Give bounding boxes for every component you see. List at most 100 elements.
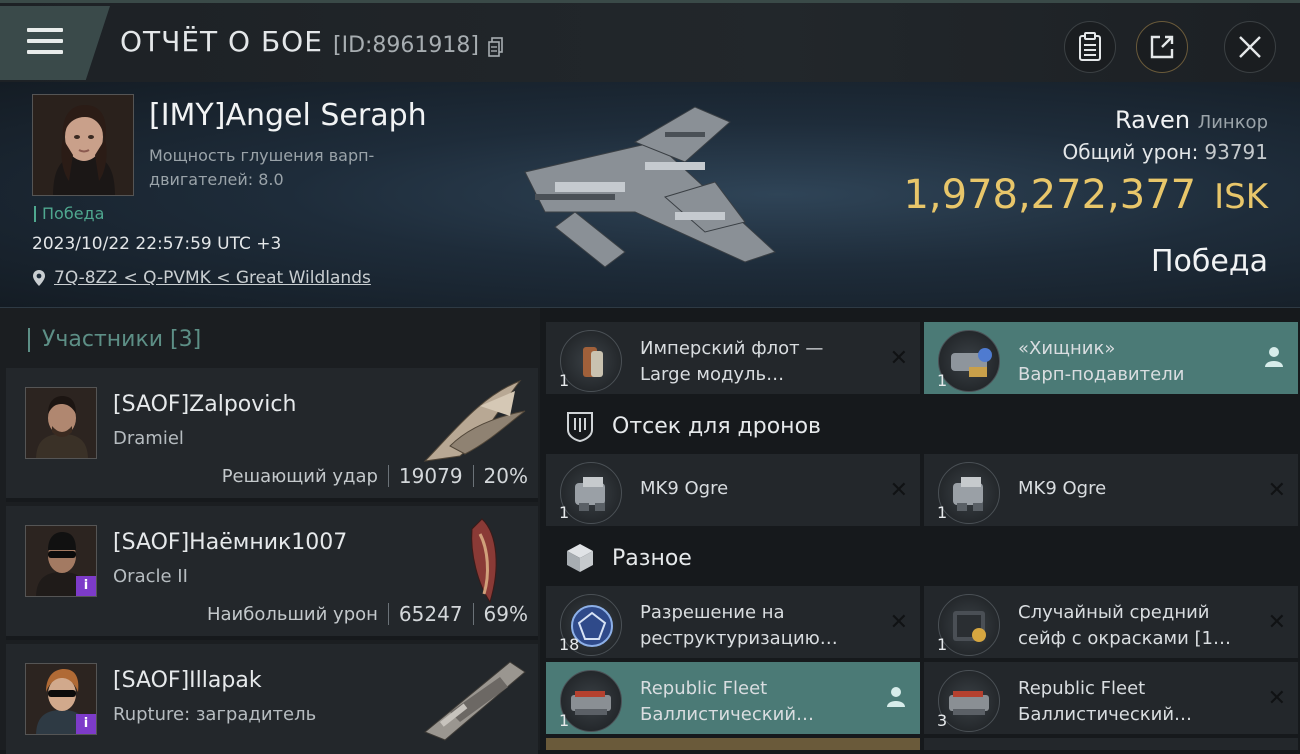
ship-class: Линкор (1197, 112, 1268, 133)
copy-icon[interactable] (488, 37, 504, 57)
insurance-badge: i (76, 576, 96, 596)
page-title: ОТЧЁТ О БОЕ (120, 25, 323, 58)
participant-ship: Dramiel (113, 428, 184, 449)
participant-row[interactable]: i [SAOF]Illapak Rupture: заградитель (6, 644, 538, 754)
item-cell[interactable]: 1 «Хищник» Варп-подавители (924, 322, 1298, 394)
item-name-line-2: Баллистический… (1018, 704, 1193, 725)
section-title: Отсек для дронов (612, 413, 821, 439)
clipboard-icon (1079, 32, 1101, 61)
participant-ship-image (423, 379, 526, 462)
damage-percent: 20% (483, 464, 528, 488)
item-cell[interactable]: 1 MK9 Ogre ✕ (924, 454, 1298, 526)
item-name-line-2: сейф с окрасками [1… (1018, 628, 1232, 649)
item-name-line-2: реструктуризацию… (640, 628, 838, 649)
location-pin-icon (33, 270, 45, 286)
item-cell[interactable]: 3 Republic Fleet Баллистический… ✕ (924, 662, 1298, 734)
location-link[interactable]: 7Q-8Z2 < Q-PVMK < Great Wildlands (32, 268, 371, 288)
warp-disruption-strength: Мощность глушения варп-двигателей: 8.0 (149, 146, 375, 189)
participants-panel: Участники [3] [SAOF]Zalpovich Dramiel Ре… (0, 308, 540, 754)
item-quantity: 1 (559, 503, 570, 522)
item-name-line-2: Варп-подавители (1018, 364, 1185, 385)
ballistic-control-icon (938, 670, 1000, 732)
item-name-line-2: Баллистический… (640, 704, 815, 725)
item-cell[interactable]: 1 MK9 Ogre ✕ (546, 454, 920, 526)
participant-ship-image (471, 518, 497, 604)
drone-icon (560, 462, 622, 524)
victim-portrait[interactable] (32, 94, 134, 196)
menu-button[interactable] (0, 6, 110, 80)
user-icon (1265, 347, 1283, 367)
top-bar: ОТЧЁТ О БОЕ [ID:8961918] (0, 0, 1300, 82)
kill-summary-banner: [IMY]Angel Seraph Мощность глушения варп… (0, 82, 1300, 308)
victim-name[interactable]: [IMY]Angel Seraph (149, 98, 427, 133)
participant-row[interactable]: i [SAOF]Наёмник1007 Oracle II Наибольший… (6, 506, 538, 640)
participant-name: [SAOF]Наёмник1007 (113, 530, 348, 555)
item-name: Republic Fleet Баллистический… (640, 676, 870, 728)
participant-name: [SAOF]Zalpovich (113, 392, 297, 417)
location-text: 7Q-8Z2 < Q-PVMK < Great Wildlands (54, 268, 371, 288)
clipboard-button[interactable] (1064, 21, 1116, 73)
item-name: MK9 Ogre (1018, 478, 1107, 499)
participant-name: [SAOF]Illapak (113, 668, 262, 693)
section-misc: Разное (546, 530, 1300, 586)
item-quantity: 1 (559, 371, 570, 390)
item-quantity: 1 (937, 371, 948, 390)
participant-stats: Наибольший урон 65247 69% (207, 602, 528, 626)
damage-value: 19079 (398, 464, 463, 488)
damage-percent: 69% (483, 602, 528, 626)
item-name-line-2: Large модуль… (640, 364, 785, 385)
total-damage: Общий урон: 93791 (1063, 140, 1268, 164)
insurance-badge: i (76, 714, 96, 734)
damage-value: 65247 (398, 602, 463, 626)
destroyed-icon: ✕ (1267, 686, 1286, 711)
destroyed-icon: ✕ (889, 346, 908, 371)
total-damage-label: Общий урон: (1062, 140, 1199, 164)
item-name-line-1: Случайный средний (1018, 602, 1210, 623)
item-name: Republic Fleet Баллистический… (1018, 676, 1248, 728)
fitting-items-panel: 1 Имперский флот — Large модуль… ✕ 1 «Хи… (546, 308, 1300, 750)
stat-label: Наибольший урон (206, 603, 378, 625)
item-cell[interactable]: 1 Случайный средний сейф с окрасками [1…… (924, 586, 1298, 658)
menu-icon (27, 28, 63, 61)
avatar (25, 387, 97, 459)
share-icon (1150, 35, 1174, 59)
item-quantity: 3 (937, 711, 948, 730)
participant-stats: Решающий удар 19079 20% (222, 464, 528, 488)
participant-ship: Rupture: заградитель (113, 704, 317, 725)
participants-title: Участники [3] (28, 328, 201, 352)
participant-ship-image (424, 661, 526, 741)
item-cell[interactable]: 18 Разрешение на реструктуризацию… ✕ (546, 586, 920, 658)
ship-name-text: Raven (1115, 106, 1191, 134)
item-name: Разрешение на реструктуризацию… (640, 600, 870, 652)
isk-value: 1,978,272,377 ISK (903, 172, 1268, 218)
item-name-line-1: Разрешение на (640, 602, 785, 623)
item-name: «Хищник» Варп-подавители (1018, 336, 1248, 388)
victim-ship-name[interactable]: Raven Линкор (1115, 106, 1268, 134)
item-name-line-1: Republic Fleet (640, 678, 768, 699)
item-cell[interactable]: 1 Имперский флот — Large модуль… ✕ (546, 322, 920, 394)
item-quantity: 1 (937, 635, 948, 654)
participant-row[interactable]: [SAOF]Zalpovich Dramiel Решающий удар 19… (6, 368, 538, 502)
share-button[interactable] (1136, 21, 1188, 73)
isk-amount: 1,978,272,377 (903, 172, 1197, 218)
result-tag: Победа (34, 206, 104, 222)
total-damage-value: 93791 (1204, 140, 1268, 164)
avatar: i (25, 525, 97, 597)
item-quantity: 1 (937, 503, 948, 522)
item-cell-partial (546, 738, 920, 750)
item-name: MK9 Ogre (640, 478, 729, 499)
isk-currency: ISK (1214, 177, 1268, 217)
avatar: i (25, 663, 97, 735)
item-cell[interactable]: 1 Republic Fleet Баллистический… (546, 662, 920, 734)
destroyed-icon: ✕ (1267, 610, 1286, 635)
close-button[interactable] (1224, 21, 1276, 73)
drone-bay-icon (564, 410, 596, 442)
destroyed-icon: ✕ (1267, 478, 1286, 503)
drone-icon (938, 462, 1000, 524)
kill-datetime: 2023/10/22 22:57:59 UTC +3 (32, 234, 282, 254)
warp-disruptor-icon (938, 330, 1000, 392)
outcome-label: Победа (1151, 244, 1268, 279)
module-icon (560, 330, 622, 392)
item-name-line-1: Имперский флот — (640, 338, 824, 359)
destroyed-icon: ✕ (889, 610, 908, 635)
